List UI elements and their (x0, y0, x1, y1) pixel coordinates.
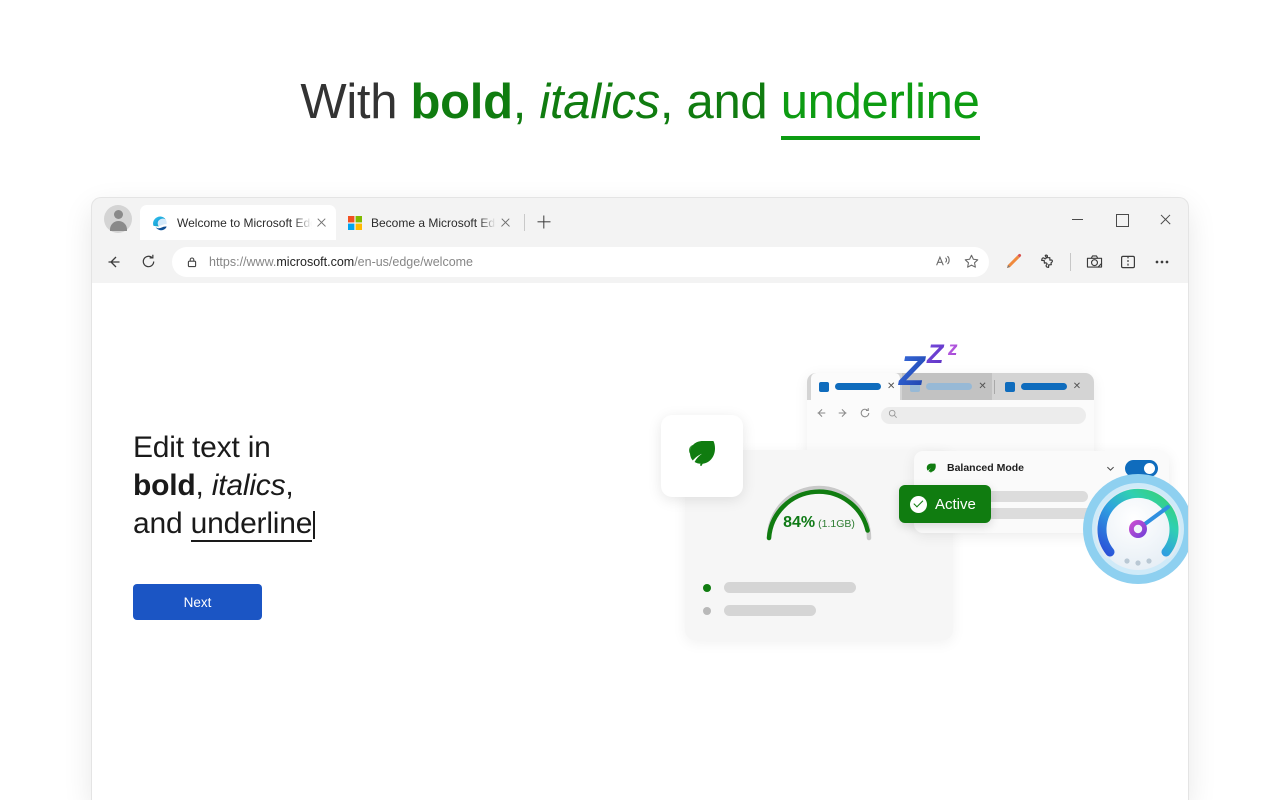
minimize-icon[interactable] (1056, 202, 1100, 236)
leaf-icon (680, 432, 724, 481)
mock-tab: ✕ (997, 373, 1086, 400)
browser-tab-welcome[interactable]: Welcome to Microsoft Edge (140, 205, 336, 240)
heading-comma-1: , (195, 469, 204, 503)
caption-bold: bold (410, 75, 514, 129)
close-icon[interactable] (312, 214, 330, 232)
svg-text:Z: Z (898, 347, 926, 391)
split-screen-icon[interactable] (1112, 246, 1144, 278)
lock-icon (186, 256, 198, 268)
memory-gauge: 84% (1.1GB) (759, 472, 879, 542)
balanced-mode-label: Balanced Mode (947, 462, 1025, 474)
status-badge-label: Active (935, 495, 976, 513)
copilot-icon[interactable] (1078, 246, 1110, 278)
browser-window: Welcome to Microsoft Edge Become a Micro… (92, 198, 1188, 800)
check-circle-icon (910, 495, 927, 513)
speedometer-gauge-icon (1082, 473, 1188, 590)
mock-tab-title-bar (1020, 383, 1067, 390)
caption-comma-1: , (512, 75, 527, 129)
star-icon[interactable] (957, 248, 985, 276)
onboarding-copy: Edit text in bold, italics, and underlin… (133, 429, 463, 621)
new-tab-button[interactable] (531, 209, 557, 235)
close-icon[interactable] (496, 214, 514, 232)
read-aloud-icon[interactable] (929, 248, 957, 276)
mock-tab-title-bar (835, 383, 881, 390)
tab-title: Become a Microsoft Edge Insider (371, 215, 496, 230)
refresh-icon[interactable] (132, 246, 164, 278)
mock-tab-separator (993, 379, 995, 394)
close-icon: ✕ (887, 380, 896, 392)
heading-and: and (133, 507, 183, 541)
status-dot-inactive (703, 606, 711, 615)
efficiency-list (703, 582, 856, 628)
profile-avatar[interactable] (104, 205, 132, 233)
heading-comma-2: , (285, 469, 294, 503)
address-bar[interactable]: https://www.microsoft.com/en-us/edge/wel… (172, 246, 989, 277)
ellipsis-icon[interactable] (1146, 246, 1178, 278)
toolbar-divider (1070, 252, 1071, 271)
url-domain: microsoft.com (276, 254, 355, 269)
mock-address-bar (881, 406, 1086, 424)
gauge-percent: 84% (783, 514, 816, 531)
pencil-icon[interactable] (997, 246, 1029, 278)
status-badge-active: Active (899, 485, 991, 523)
edge-logo-icon (152, 215, 168, 231)
efficiency-leaf-card (661, 415, 743, 497)
tab-title: Welcome to Microsoft Edge (177, 215, 312, 230)
caption-comma-2: , (659, 75, 674, 129)
page-caption: With bold, italics, and underline (0, 0, 1280, 140)
forward-arrow-icon (837, 406, 849, 424)
heading-line-1: Edit text in (133, 431, 271, 464)
text-cursor (313, 511, 315, 540)
svg-text:Z: Z (926, 339, 945, 369)
list-item (703, 605, 856, 616)
back-arrow-icon (815, 406, 827, 424)
svg-text:z: z (947, 339, 958, 360)
maximize-icon[interactable] (1100, 202, 1144, 236)
heading-italics: italics (211, 469, 286, 503)
onboarding-heading: Edit text in bold, italics, and underlin… (133, 429, 463, 543)
gauge-label: 84% (1.1GB) (783, 514, 855, 532)
mock-toolbar (807, 400, 1094, 430)
url-scheme: https://www. (209, 254, 277, 269)
caption-italics: italics (539, 75, 660, 129)
page-content: Edit text in bold, italics, and underlin… (92, 283, 1188, 800)
address-bar-actions (929, 248, 985, 276)
close-window-icon[interactable] (1144, 202, 1188, 236)
heading-underline: underline (190, 507, 313, 543)
extensions-puzzle-icon[interactable] (1031, 246, 1063, 278)
placeholder-bar (724, 605, 816, 616)
back-arrow-icon[interactable] (98, 246, 130, 278)
tab-separator (524, 214, 525, 231)
next-button[interactable]: Next (133, 584, 262, 621)
caption-with: With (300, 75, 398, 129)
caption-underline: underline (780, 75, 980, 140)
list-item (703, 582, 856, 593)
url-path: /en-us/edge/welcome (354, 254, 474, 269)
refresh-icon (859, 406, 871, 424)
gauge-size: (1.1GB) (818, 518, 855, 530)
chevron-down-icon[interactable] (1105, 463, 1116, 474)
close-icon: ✕ (978, 380, 987, 392)
close-icon: ✕ (1072, 380, 1082, 392)
mock-favicon (819, 381, 829, 392)
window-controls (1056, 198, 1188, 240)
onboarding-illustration: ✕ ✕ ✕ Z Z z 84% (1.1GB) Balanced Mode Ac… (522, 333, 1188, 683)
search-icon (888, 406, 898, 424)
mock-tab (1088, 373, 1094, 400)
microsoft-logo-icon (348, 215, 362, 230)
mock-tab: ✕ (811, 373, 901, 400)
caption-and: and (686, 75, 768, 129)
url-text: https://www.microsoft.com/en-us/edge/wel… (209, 255, 929, 269)
tab-strip: Welcome to Microsoft Edge Become a Micro… (92, 198, 1188, 240)
efficiency-leaf-icon (925, 462, 938, 475)
placeholder-bar (724, 582, 856, 593)
browser-toolbar: https://www.microsoft.com/en-us/edge/wel… (92, 240, 1188, 283)
sleeping-tabs-zzz-icon: Z Z z (897, 333, 979, 396)
status-dot-active (703, 583, 711, 592)
mock-favicon (1004, 381, 1015, 392)
browser-tab-insider[interactable]: Become a Microsoft Edge Insider (336, 205, 520, 240)
heading-bold: bold (133, 469, 196, 503)
